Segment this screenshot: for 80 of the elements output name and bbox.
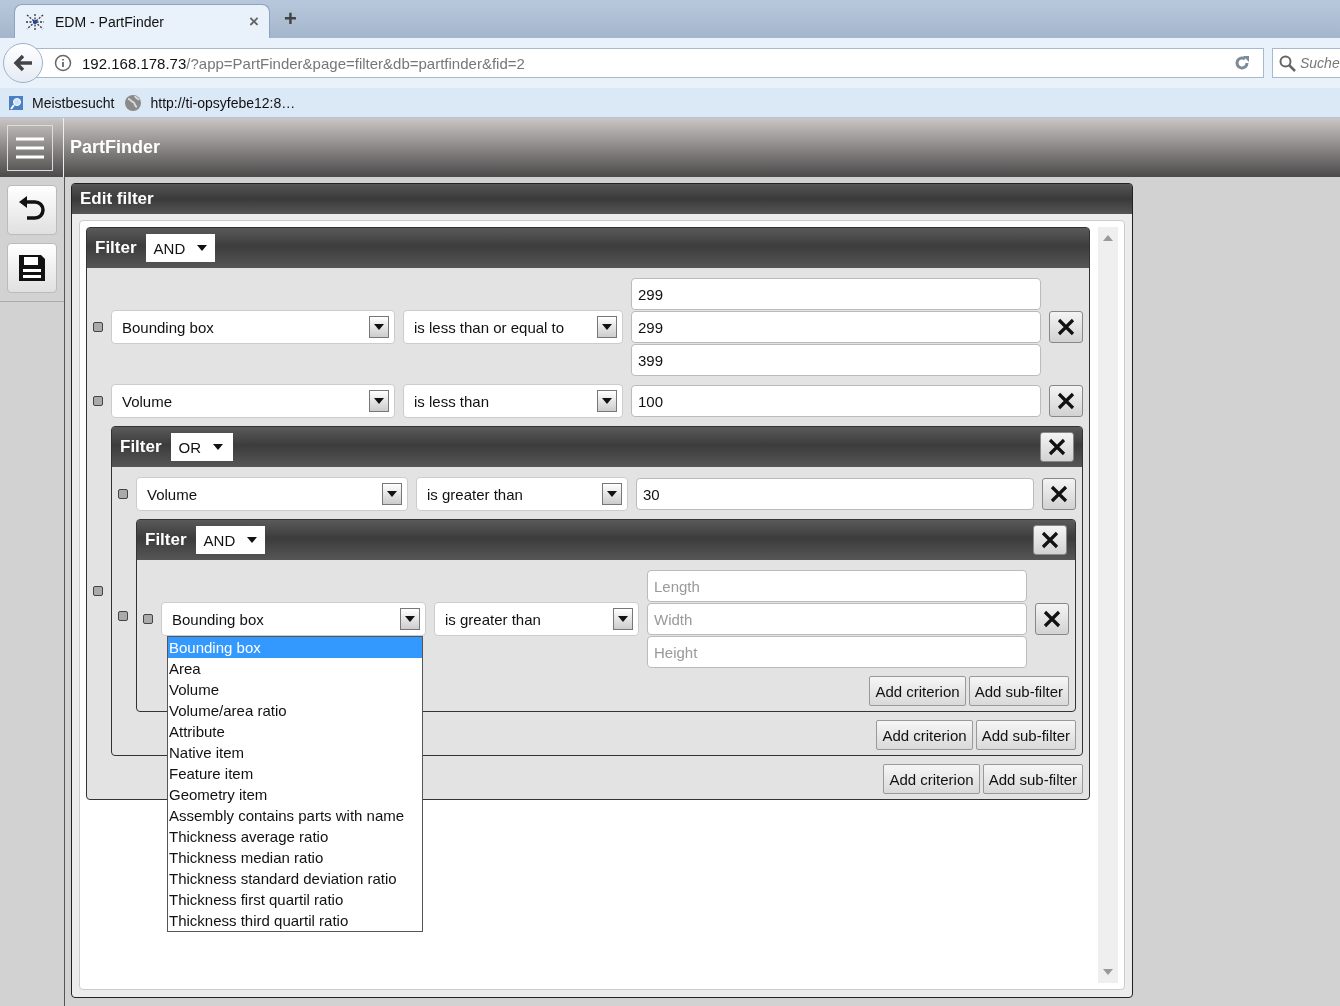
filter-label: Filter	[95, 238, 137, 258]
save-icon	[17, 253, 47, 283]
caret-icon	[602, 398, 612, 404]
value-input[interactable]: 399	[631, 344, 1041, 376]
drag-handle-icon[interactable]	[93, 396, 103, 406]
close-icon	[1050, 485, 1068, 503]
globe-icon	[124, 93, 143, 112]
close-icon	[1048, 438, 1066, 456]
operator-select[interactable]: AND	[195, 526, 266, 554]
search-placeholder: Suche	[1300, 55, 1340, 71]
caret-icon	[374, 324, 384, 330]
field-select[interactable]: Bounding box	[161, 602, 426, 636]
value-input[interactable]: 30	[636, 478, 1034, 510]
search-field[interactable]: Suche	[1272, 48, 1340, 78]
browser-tab[interactable]: EDM - PartFinder ×	[14, 4, 270, 38]
drag-handle-icon[interactable]	[143, 614, 153, 624]
add-sub-filter-button[interactable]: Add sub-filter	[982, 764, 1083, 794]
field-select[interactable]: Bounding box	[111, 310, 395, 344]
value-input[interactable]: Length	[647, 570, 1027, 602]
save-button[interactable]	[7, 243, 57, 293]
operator-select[interactable]: AND	[145, 234, 216, 262]
condition-select[interactable]: is greater than	[434, 602, 639, 636]
undo-button[interactable]	[7, 185, 57, 235]
condition-select[interactable]: is greater than	[416, 477, 628, 511]
caret-icon	[405, 616, 415, 622]
tab-close-button[interactable]: ×	[249, 11, 259, 32]
remove-button[interactable]	[1033, 525, 1067, 555]
filter-label: Filter	[145, 530, 187, 550]
menu-icon	[16, 136, 44, 159]
value-input[interactable]: 100	[631, 385, 1041, 417]
drag-handle-icon[interactable]	[93, 322, 103, 332]
caret-icon	[387, 491, 397, 497]
menu-button[interactable]	[7, 124, 53, 171]
caret-icon	[247, 537, 258, 543]
condition-select[interactable]: is less than	[403, 384, 623, 418]
remove-button[interactable]	[1049, 385, 1083, 417]
caret-icon	[602, 324, 612, 330]
back-button[interactable]	[3, 43, 43, 83]
close-icon	[1043, 610, 1061, 628]
value-input[interactable]: Width	[647, 603, 1027, 635]
value-input[interactable]: 299	[631, 278, 1041, 310]
remove-button[interactable]	[1035, 603, 1069, 635]
info-icon	[54, 54, 72, 72]
search-icon	[1279, 54, 1296, 72]
close-icon	[1057, 318, 1075, 336]
bookmark-link[interactable]: http://ti-opsyfebe12:8…	[124, 93, 296, 112]
value-input[interactable]: Height	[647, 636, 1027, 668]
operator-select[interactable]: OR	[170, 433, 233, 461]
condition-select[interactable]: is less than or equal to	[403, 310, 623, 344]
caret-icon	[197, 245, 208, 251]
value-input[interactable]: 299	[631, 311, 1041, 343]
add-sub-filter-button[interactable]: Add sub-filter	[975, 720, 1076, 750]
filter-label: Filter	[120, 437, 162, 457]
panel-title: Edit filter	[72, 184, 1132, 214]
add-sub-filter-button[interactable]: Add sub-filter	[968, 676, 1069, 706]
new-tab-button[interactable]: +	[284, 6, 297, 38]
drag-handle-icon[interactable]	[118, 610, 128, 621]
caret-icon	[607, 491, 617, 497]
add-criterion-button[interactable]: Add criterion	[869, 676, 966, 706]
add-criterion-button[interactable]: Add criterion	[883, 764, 980, 794]
app-title: PartFinder	[63, 118, 161, 177]
drag-handle-icon[interactable]	[93, 586, 103, 596]
app-logo-icon	[25, 12, 45, 31]
field-select[interactable]: Volume	[111, 384, 395, 418]
close-icon	[1041, 531, 1059, 549]
caret-icon	[618, 616, 628, 622]
bookmark-link[interactable]: Meistbesucht	[8, 94, 115, 111]
back-arrow-icon	[13, 54, 33, 72]
caret-icon	[213, 444, 224, 450]
drag-handle-icon[interactable]	[118, 489, 128, 499]
url-text: 192.168.178.73/?app=PartFinder&page=filter&db=partfinder&fid=2	[82, 54, 526, 72]
close-icon	[1057, 392, 1075, 410]
caret-icon	[374, 398, 384, 404]
tab-title: EDM - PartFinder	[55, 13, 165, 30]
field-select[interactable]: Volume	[136, 477, 408, 511]
add-criterion-button[interactable]: Add criterion	[876, 720, 973, 750]
remove-button[interactable]	[1040, 432, 1074, 462]
remove-button[interactable]	[1049, 311, 1083, 343]
reload-icon[interactable]	[1233, 54, 1251, 72]
remove-button[interactable]	[1042, 478, 1076, 510]
